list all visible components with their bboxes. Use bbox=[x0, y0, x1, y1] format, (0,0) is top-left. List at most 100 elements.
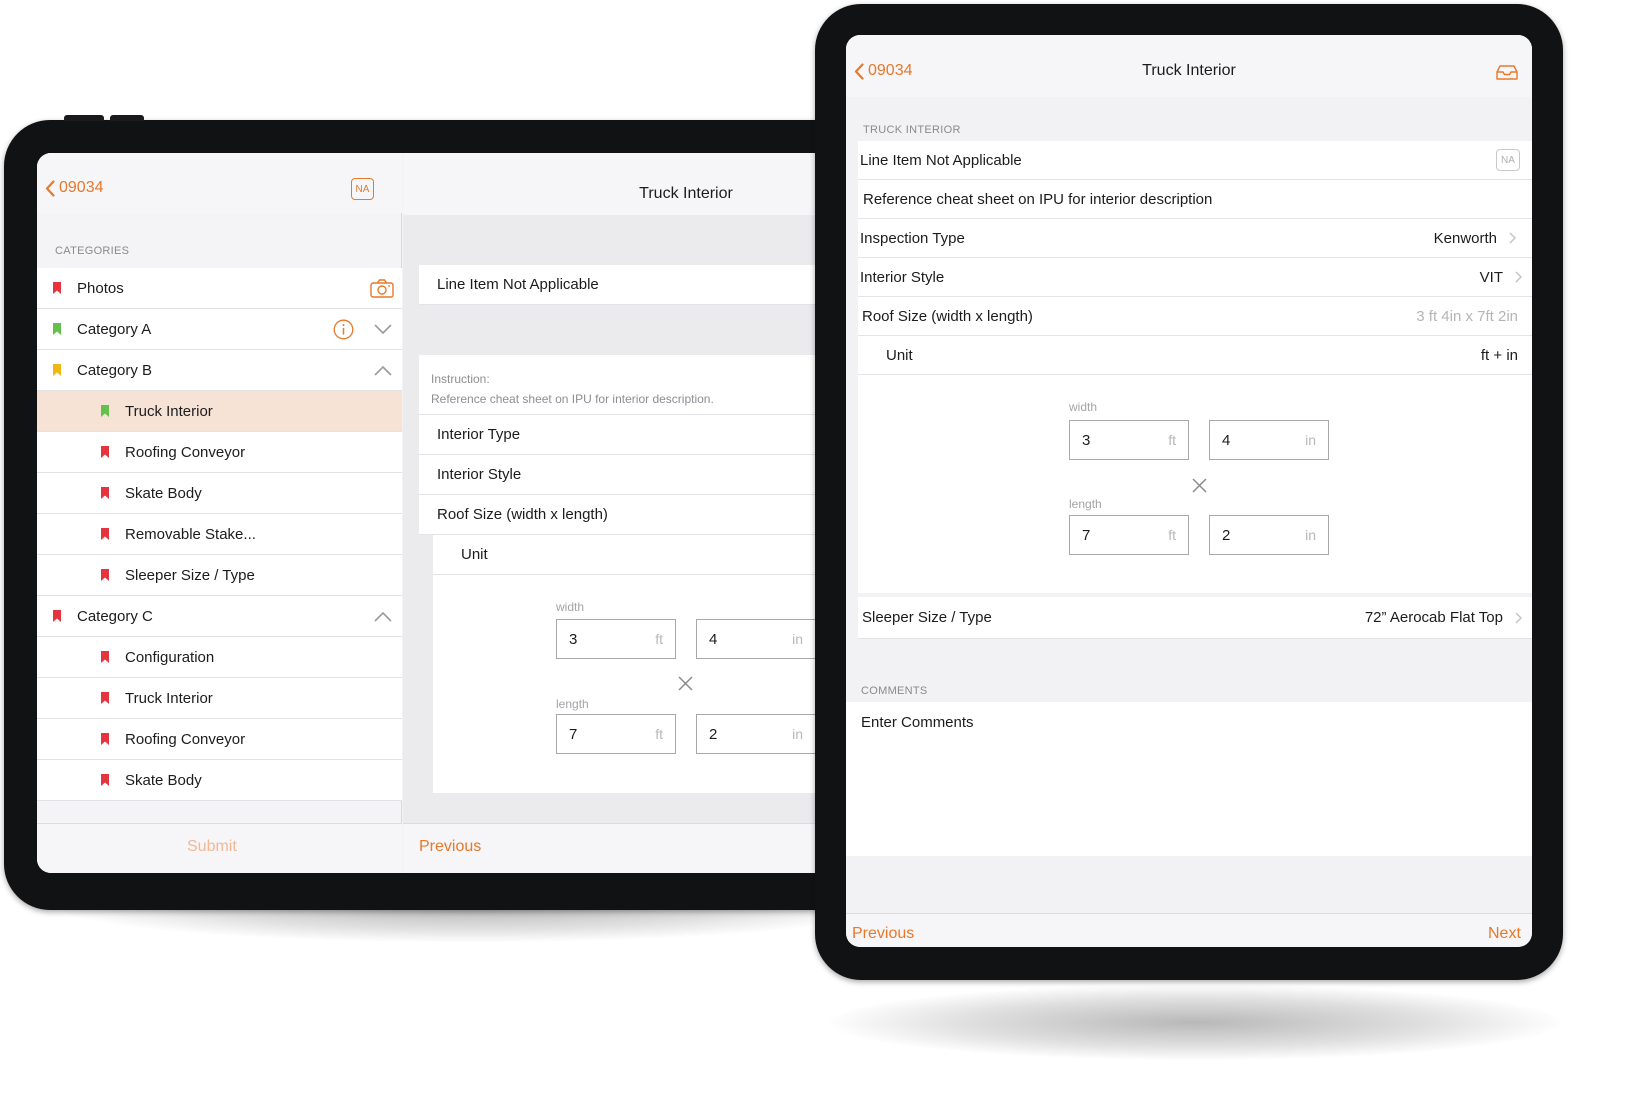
input-value: 4 bbox=[1222, 431, 1231, 449]
sidebar-footer: Submit bbox=[37, 823, 402, 873]
sidebar-item-removable-stake[interactable]: Removable Stake... bbox=[37, 514, 402, 555]
input-value: 2 bbox=[1222, 526, 1231, 544]
unit-suffix: ft bbox=[1168, 432, 1176, 448]
roof-size-row[interactable]: Roof Size (width x length) 3 ft 4in x 7f… bbox=[858, 297, 1532, 336]
unit-suffix: in bbox=[1305, 432, 1316, 448]
next-button[interactable]: Next bbox=[1488, 925, 1521, 943]
row-label: Interior Type bbox=[437, 426, 521, 443]
inspection-type-row[interactable]: Inspection Type Kenworth bbox=[858, 219, 1532, 258]
previous-button[interactable]: Previous bbox=[852, 925, 914, 943]
sidebar-item-roofing-conveyor-c[interactable]: Roofing Conveyor bbox=[37, 719, 402, 760]
row-label: Line Item Not Applicable bbox=[437, 276, 599, 293]
red-flag-icon bbox=[101, 446, 109, 458]
instruction-text: Reference cheat sheet on IPU for interio… bbox=[863, 190, 1213, 208]
sidebar-item-configuration[interactable]: Configuration bbox=[37, 637, 402, 678]
sidebar-item-category-a[interactable]: Category A bbox=[37, 309, 402, 350]
row-label: Interior Style bbox=[437, 466, 522, 483]
red-flag-icon bbox=[53, 282, 61, 294]
comments-textarea[interactable]: Enter Comments bbox=[846, 702, 1532, 856]
na-badge[interactable]: NA bbox=[1496, 149, 1520, 171]
submit-button[interactable]: Submit bbox=[187, 838, 237, 856]
row-label: Sleeper Size / Type bbox=[862, 609, 992, 626]
back-button[interactable]: 09034 bbox=[45, 179, 104, 197]
sidebar-item-skate-body[interactable]: Skate Body bbox=[37, 473, 402, 514]
line-item-not-applicable-row[interactable]: Line Item Not Applicable NA bbox=[858, 141, 1532, 180]
chevron-right-icon bbox=[1509, 232, 1516, 244]
row-label: Interior Style bbox=[860, 268, 945, 286]
length-ft-input[interactable]: 7 ft bbox=[556, 714, 676, 754]
device-shadow-right bbox=[830, 985, 1560, 1060]
length-in-input[interactable]: 2 in bbox=[696, 714, 816, 754]
unit-suffix: ft bbox=[655, 631, 663, 647]
width-in-input[interactable]: 4 in bbox=[696, 619, 816, 659]
sidebar-item-label: Truck Interior bbox=[125, 689, 213, 707]
previous-button[interactable]: Previous bbox=[419, 838, 481, 856]
red-flag-icon bbox=[101, 651, 109, 663]
sidebar-item-truck-interior[interactable]: Truck Interior bbox=[37, 391, 402, 432]
sidebar-item-label: Truck Interior bbox=[125, 402, 213, 420]
red-flag-icon bbox=[101, 487, 109, 499]
unit-value: ft + in bbox=[1480, 346, 1518, 364]
sidebar-item-label: Skate Body bbox=[125, 484, 202, 502]
length-label: length bbox=[556, 697, 589, 711]
unit-row[interactable]: Unit ft + in bbox=[858, 336, 1532, 375]
row-value: VIT bbox=[1480, 269, 1522, 286]
chevron-right-icon bbox=[1515, 611, 1522, 624]
tablet-portrait: 09034 Truck Interior TRUCK INTERIOR Line… bbox=[815, 4, 1563, 980]
chevron-up-icon[interactable] bbox=[374, 365, 392, 376]
categories-section-header: CATEGORIES bbox=[55, 245, 130, 257]
length-ft-input[interactable]: 7 ft bbox=[1069, 515, 1189, 555]
sidebar-item-category-b[interactable]: Category B bbox=[37, 350, 402, 391]
chevron-down-icon[interactable] bbox=[374, 324, 392, 335]
sidebar-item-roofing-conveyor[interactable]: Roofing Conveyor bbox=[37, 432, 402, 473]
back-button-label: 09034 bbox=[59, 179, 104, 196]
info-icon[interactable] bbox=[333, 319, 354, 340]
interior-style-row[interactable]: Interior Style VIT bbox=[858, 258, 1532, 297]
input-value: 4 bbox=[709, 630, 718, 648]
sidebar-item-truck-interior-c[interactable]: Truck Interior bbox=[37, 678, 402, 719]
tablet-portrait-screen: 09034 Truck Interior TRUCK INTERIOR Line… bbox=[846, 35, 1532, 947]
unit-suffix: ft bbox=[655, 726, 663, 742]
input-value: 2 bbox=[709, 725, 718, 743]
times-icon bbox=[1192, 478, 1207, 493]
device-button bbox=[110, 115, 144, 121]
input-value: 7 bbox=[1082, 526, 1091, 544]
width-in-input[interactable]: 4 in bbox=[1209, 420, 1329, 460]
unit-suffix: in bbox=[792, 726, 803, 742]
portrait-footer: Previous Next bbox=[846, 913, 1532, 947]
sidebar-item-photos[interactable]: Photos bbox=[37, 268, 402, 309]
sidebar-item-label: Configuration bbox=[125, 648, 215, 666]
inspection-type-value: Kenworth bbox=[1433, 229, 1497, 247]
sidebar-item-skate-body-c[interactable]: Skate Body bbox=[37, 760, 402, 801]
width-ft-input[interactable]: 3 ft bbox=[1069, 420, 1189, 460]
dimension-editor: width 3 ft 4 in length 7 ft 2 in bbox=[858, 375, 1532, 593]
category-list: Photos Category A Category B Truck Inter… bbox=[37, 268, 402, 801]
length-in-input[interactable]: 2 in bbox=[1209, 515, 1329, 555]
camera-icon[interactable] bbox=[370, 278, 394, 298]
row-label: Unit bbox=[886, 346, 913, 364]
categories-sidebar: 09034 NA CATEGORIES Photos Category A Ca… bbox=[37, 153, 402, 873]
sidebar-item-label: Roofing Conveyor bbox=[125, 730, 246, 748]
chevron-up-icon[interactable] bbox=[374, 611, 392, 622]
sidebar-item-category-c[interactable]: Category C bbox=[37, 596, 402, 637]
comments-placeholder: Enter Comments bbox=[861, 714, 974, 731]
sleeper-size-row[interactable]: Sleeper Size / Type 72” Aerocab Flat Top bbox=[858, 597, 1532, 639]
row-label: Roof Size (width x length) bbox=[862, 307, 1033, 325]
sidebar-item-sleeper-size[interactable]: Sleeper Size / Type bbox=[37, 555, 402, 596]
portrait-header: 09034 Truck Interior bbox=[846, 35, 1532, 97]
instruction-row: Reference cheat sheet on IPU for interio… bbox=[858, 180, 1532, 219]
sidebar-item-label: Skate Body bbox=[125, 771, 202, 789]
sidebar-item-label: Category C bbox=[77, 607, 153, 625]
width-ft-input[interactable]: 3 ft bbox=[556, 619, 676, 659]
na-badge[interactable]: NA bbox=[351, 178, 374, 200]
input-value: 3 bbox=[1082, 431, 1091, 449]
red-flag-icon bbox=[101, 692, 109, 704]
sidebar-item-label: Category A bbox=[77, 320, 152, 338]
row-label: Unit bbox=[461, 546, 488, 563]
sidebar-item-label: Removable Stake... bbox=[125, 525, 256, 543]
inbox-icon[interactable] bbox=[1496, 65, 1518, 80]
row-value: 72” Aerocab Flat Top bbox=[1365, 609, 1522, 626]
truck-interior-section-header: TRUCK INTERIOR bbox=[863, 124, 961, 136]
row-label: Roof Size (width x length) bbox=[437, 506, 608, 523]
times-icon bbox=[678, 676, 693, 691]
